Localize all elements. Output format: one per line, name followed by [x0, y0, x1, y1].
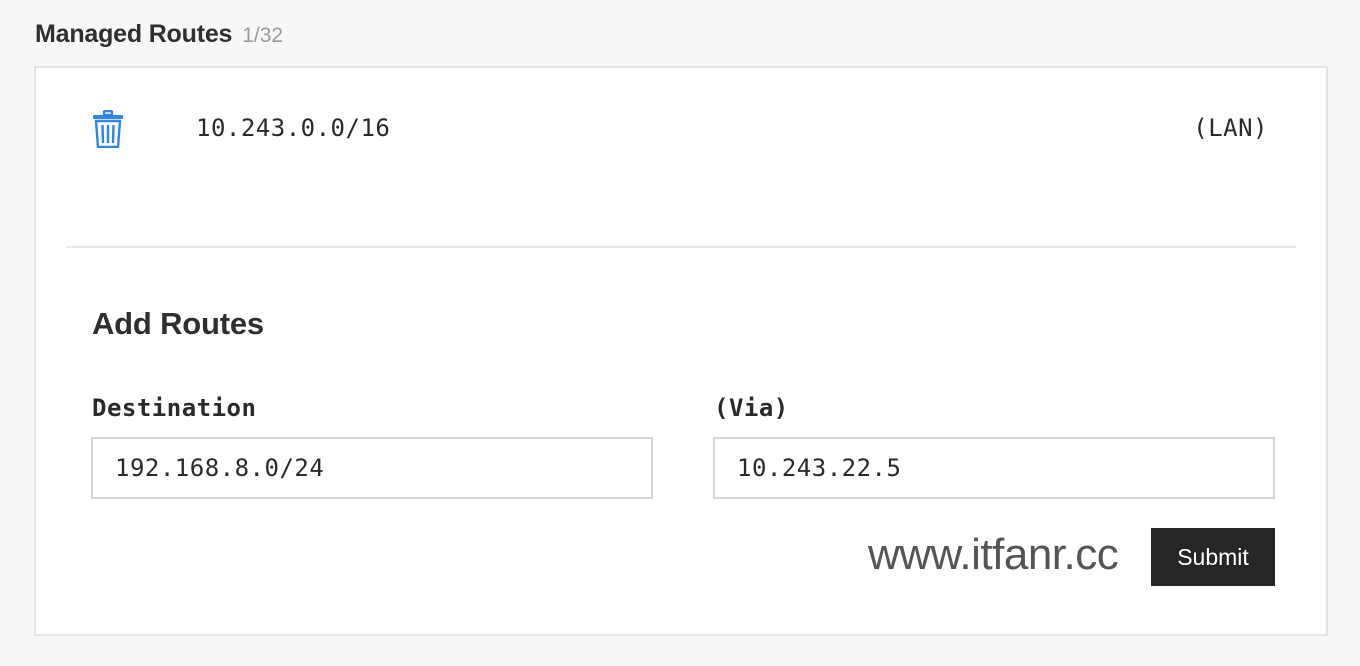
route-row: 10.243.0.0/16 (LAN) — [36, 108, 1326, 149]
add-routes-title: Add Routes — [92, 306, 264, 341]
divider — [66, 246, 1296, 248]
via-label: (Via) — [714, 394, 789, 422]
managed-routes-header: Managed Routes 1/32 — [35, 20, 283, 54]
trash-icon — [93, 109, 123, 149]
destination-label: Destination — [92, 394, 257, 422]
destination-input[interactable] — [91, 437, 653, 499]
watermark-text: www.itfanr.cc — [868, 530, 1119, 579]
page-title: Managed Routes — [35, 20, 233, 48]
delete-route-button[interactable] — [91, 109, 125, 149]
managed-routes-panel: 10.243.0.0/16 (LAN) Add Routes Destinati… — [34, 66, 1328, 636]
submit-button[interactable]: Submit — [1151, 528, 1275, 586]
via-input[interactable] — [713, 437, 1275, 499]
route-destination: 10.243.0.0/16 — [196, 114, 391, 142]
route-count: 1/32 — [242, 24, 284, 47]
route-via: (LAN) — [1193, 114, 1268, 142]
